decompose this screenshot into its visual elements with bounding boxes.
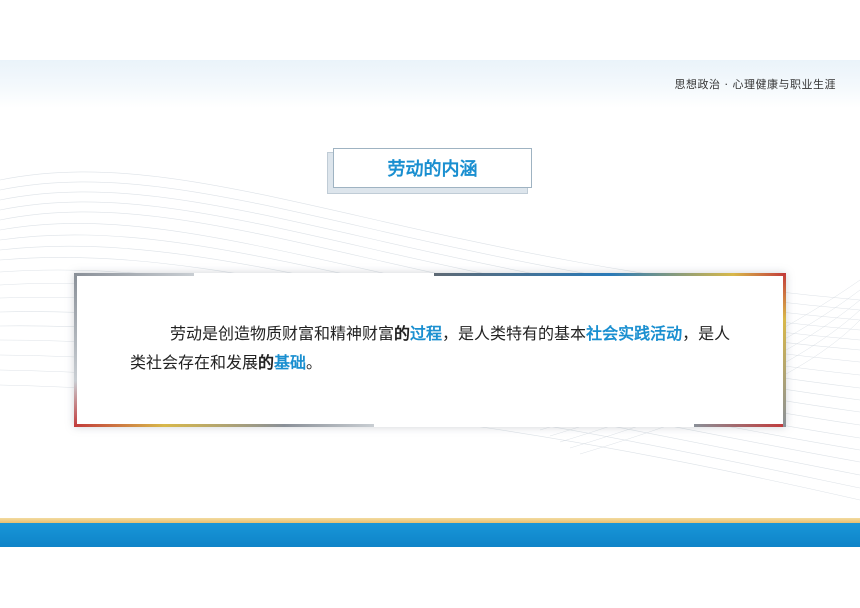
highlight-foundation: 基础 (274, 353, 307, 372)
section-title: 劳动的内涵 (333, 148, 532, 188)
highlight-social-practice: 社会实践活动 (586, 324, 683, 343)
definition-part-2: 的 (394, 324, 411, 343)
slide: 思想政治 · 心理健康与职业生涯 劳动的内涵 劳动是创造物质财富和精神财富的过程… (0, 0, 860, 608)
header-subject-title: 思想政治 · 心理健康与职业生涯 (674, 78, 836, 91)
labor-definition-text: 劳动是创造物质财富和精神财富的过程，是人类特有的基本社会实践活动，是人类社会存在… (130, 319, 740, 377)
highlight-process: 过程 (410, 324, 443, 343)
left-edge (74, 273, 77, 427)
bottom-edge-left (74, 424, 374, 427)
definition-part-4: ，是人类特有的基本 (442, 324, 587, 343)
definition-part-9: 。 (306, 353, 323, 372)
definition-card: 劳动是创造物质财富和精神财富的过程，是人类特有的基本社会实践活动，是人类社会存在… (74, 273, 786, 427)
definition-part-7: 的 (258, 353, 275, 372)
definition-part-1: 劳动是创造物质财富和精神财富 (170, 324, 395, 343)
bottom-edge-right (694, 424, 786, 427)
top-edge-right (434, 273, 786, 276)
right-edge (783, 273, 786, 427)
top-edge-left (74, 273, 194, 276)
footer-blue-band (0, 523, 860, 547)
